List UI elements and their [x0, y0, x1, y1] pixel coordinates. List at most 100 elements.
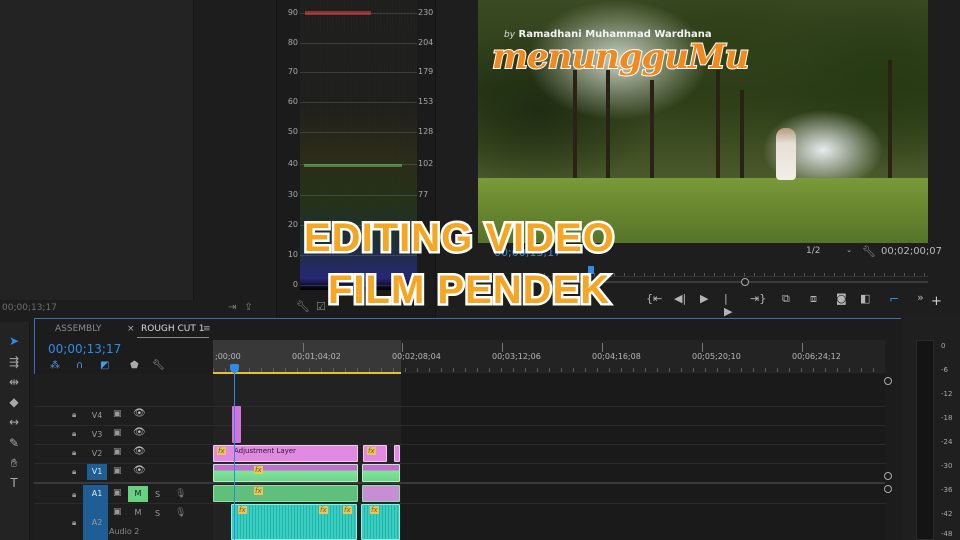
lock-icon[interactable]: 🔒︎	[72, 410, 76, 420]
fx-badge: fx	[217, 447, 226, 455]
lock-icon[interactable]: 🔒︎	[72, 518, 76, 528]
tab-assembly[interactable]: ASSEMBLY	[55, 324, 102, 334]
overwrite-clip-icon[interactable]: ⧈	[810, 292, 817, 306]
program-scroll-handle[interactable]	[741, 278, 749, 286]
sync-lock-film-icon[interactable]: ▣	[113, 409, 122, 419]
microphone-icon[interactable]: 🎙︎	[175, 489, 186, 499]
sitting-person	[776, 128, 796, 180]
snap-magnet-icon[interactable]: ∩	[76, 360, 83, 371]
pen-tool-icon[interactable]: ✎	[5, 434, 23, 452]
audio-clip-a2[interactable]: fx	[361, 504, 400, 540]
add-marker-icon[interactable]: ⬟	[130, 360, 139, 371]
ruler-label: 00;03;12;06	[492, 352, 541, 361]
more-controls-icon[interactable]: »	[917, 291, 924, 304]
scope-gridline	[300, 13, 417, 14]
solo-track-a2[interactable]: S	[155, 509, 160, 518]
track-v3-label[interactable]: V3	[87, 427, 107, 443]
zoom-dropdown[interactable]: 1/2 ⌄	[806, 246, 852, 259]
mute-track-a2[interactable]: M	[128, 505, 148, 521]
timeline-clip-v1[interactable]	[362, 464, 400, 482]
step-forward-icon[interactable]: |▶	[724, 292, 732, 318]
camera-icon[interactable]: ◙	[836, 292, 847, 305]
fx-badge: fx	[343, 506, 352, 514]
tab-menu-icon[interactable]: ≡	[203, 324, 211, 334]
ruler-label: 00;01;04;02	[292, 352, 341, 361]
ruler-label: ;00;00	[215, 352, 241, 361]
ruler-label: 00;06;24;12	[792, 352, 841, 361]
scope-gridline	[300, 43, 417, 44]
export-icon[interactable]: ⇪	[244, 302, 260, 313]
trim-mode-icon[interactable]: ⌐	[889, 292, 899, 306]
razor-tool-icon[interactable]: ◆	[5, 393, 23, 411]
sync-lock-film-icon[interactable]: ▣	[113, 428, 122, 438]
tree-trunk	[716, 70, 720, 185]
track-divider	[34, 463, 885, 464]
track-a1-label[interactable]: A1	[87, 486, 107, 502]
timeline-clip-v2[interactable]	[394, 445, 400, 462]
track-v4-label[interactable]: V4	[87, 408, 107, 424]
timeline-settings-wrench-icon[interactable]: 🔧︎	[152, 360, 165, 371]
eye-icon[interactable]: 👁︎	[133, 427, 146, 438]
lock-icon[interactable]: 🔒︎	[72, 467, 76, 477]
hand-tool-icon[interactable]: ✋︎	[5, 454, 23, 472]
tab-rough-cut-1[interactable]: ROUGH CUT 1	[141, 324, 204, 334]
add-button-icon[interactable]: +	[931, 294, 942, 309]
ripple-edit-tool-icon[interactable]: ⇹	[5, 373, 23, 391]
timeline-vertical-scrollbar[interactable]	[884, 374, 892, 540]
selection-tool-icon[interactable]: ➤	[5, 332, 23, 350]
go-to-out-icon[interactable]: ⇥}	[750, 292, 766, 305]
track-divider	[34, 503, 885, 504]
sync-lock-film-icon[interactable]: ▣	[113, 466, 122, 476]
video-scroll-handle[interactable]	[884, 472, 892, 480]
solo-track-a1[interactable]: S	[155, 490, 160, 499]
insert-clip-icon[interactable]: ⧉	[782, 292, 790, 306]
sync-lock-film-icon[interactable]: ▣	[113, 507, 122, 517]
meter-scale: -42	[941, 510, 953, 518]
scope-scale-left: 20	[287, 220, 298, 229]
go-to-in-icon[interactable]: {⇤	[646, 292, 662, 305]
track-v1-label[interactable]: V1	[87, 464, 107, 480]
lock-icon[interactable]: 🔒︎	[72, 448, 76, 458]
type-tool-icon[interactable]: T	[5, 474, 23, 492]
compare-view-icon[interactable]: ◧	[860, 292, 870, 305]
microphone-icon[interactable]: 🎙︎	[175, 508, 186, 518]
sync-lock-film-icon[interactable]: ▣	[113, 447, 122, 457]
scope-scale-right: 204	[418, 38, 434, 47]
play-icon[interactable]: ▶	[700, 292, 708, 305]
video-scroll-handle[interactable]	[884, 377, 892, 385]
fx-badge: fx	[319, 506, 328, 514]
nest-sequence-icon[interactable]: ⁂	[50, 360, 60, 371]
slip-tool-icon[interactable]: ↔	[5, 413, 23, 431]
source-timecode[interactable]: 00;00;13;17	[2, 303, 57, 313]
eye-icon[interactable]: 👁︎	[133, 465, 146, 476]
track-v2-label[interactable]: V2	[87, 446, 107, 462]
lock-icon[interactable]: 🔒︎	[72, 429, 76, 439]
meter-scale: -18	[941, 414, 953, 422]
linked-selection-icon[interactable]: ◩	[100, 360, 109, 371]
scope-scale-right: 128	[418, 127, 434, 136]
tree-trunk	[573, 70, 577, 185]
wrench-icon[interactable]: 🔧︎	[296, 300, 316, 313]
scope-toolbar: 🔧︎☑	[296, 300, 332, 313]
lock-icon[interactable]: 🔒︎	[72, 490, 76, 500]
mute-track-a1[interactable]: M	[128, 486, 148, 502]
tab-close-icon[interactable]: ×	[127, 324, 135, 334]
audio-scroll-handle[interactable]	[884, 485, 892, 493]
timeline-timecode[interactable]: 00;00;13;17	[48, 342, 121, 356]
ruler-label: 00;05;20;10	[692, 352, 741, 361]
audio-clip-a1[interactable]	[362, 485, 400, 502]
meter-scale: -48	[941, 530, 953, 538]
track-select-tool-icon[interactable]: ⇶	[5, 353, 23, 371]
step-back-icon[interactable]: ◀|	[674, 292, 686, 305]
settings-wrench-icon[interactable]: 🔧︎	[862, 245, 876, 258]
sync-lock-film-icon[interactable]: ▣	[113, 488, 122, 498]
eye-icon[interactable]: 👁︎	[133, 408, 146, 419]
timeline-clip-v2[interactable]: fx	[363, 445, 387, 462]
eye-icon[interactable]: 👁︎	[133, 446, 146, 457]
scope-scale-right: 230	[418, 8, 434, 17]
insert-icon[interactable]: ⇥	[228, 302, 244, 313]
meter-scale: 0	[941, 342, 946, 350]
audio-clip-a2[interactable]: fx fx fx	[231, 504, 357, 540]
track-a2-label[interactable]: A2	[87, 515, 107, 531]
scope-scale-left: 70	[287, 67, 298, 76]
